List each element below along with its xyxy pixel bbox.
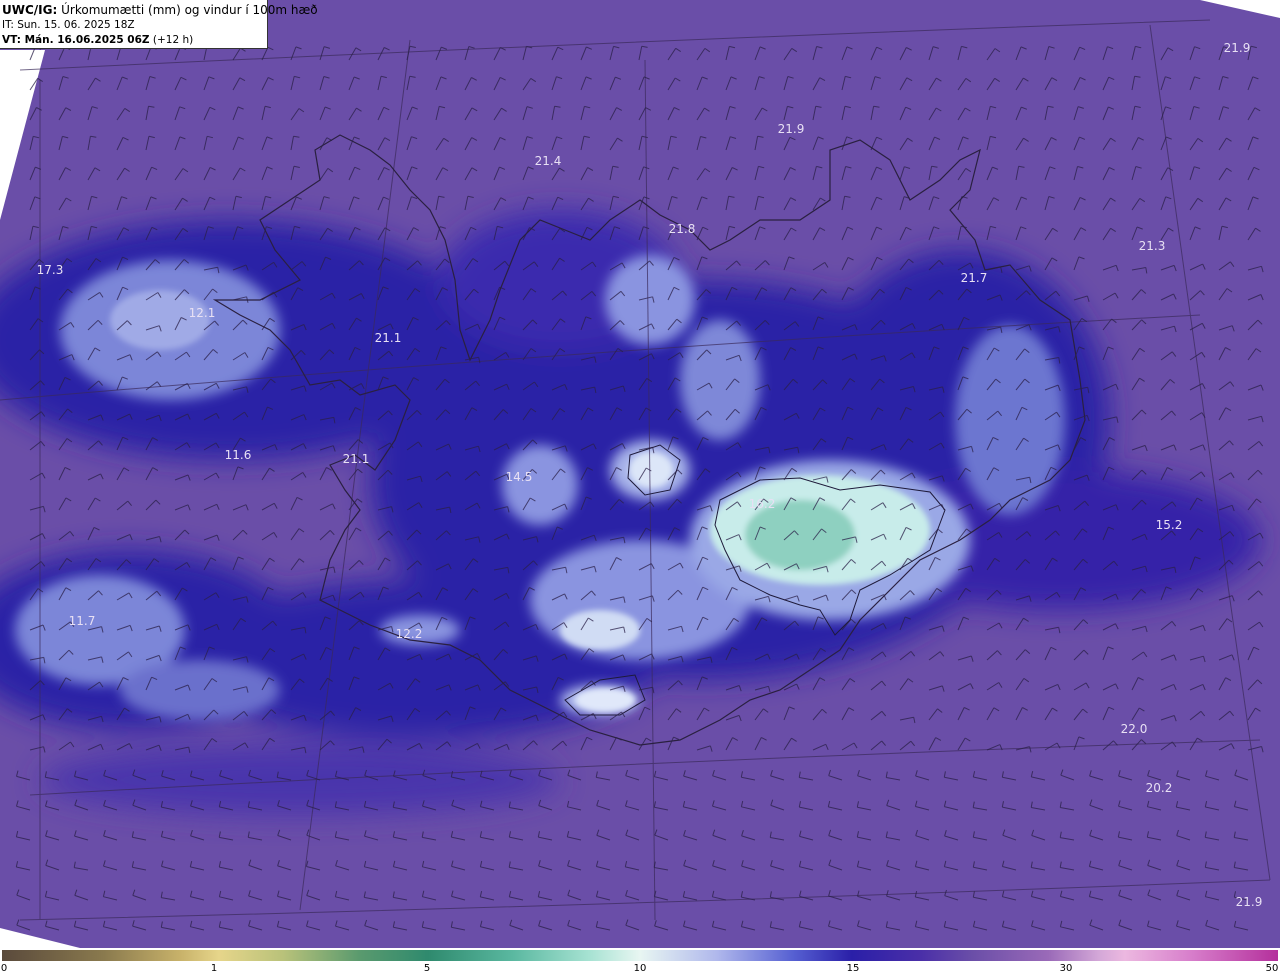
variable-description: Úrkomumætti (mm) og vindur í 100m hæð — [57, 3, 318, 17]
colorbar-tick: 15 — [846, 963, 860, 974]
value-label: 15.2 — [1155, 518, 1183, 532]
value-label: 11.7 — [68, 614, 96, 628]
value-label: 17.3 — [36, 263, 64, 277]
value-label: 14.5 — [505, 470, 533, 484]
initial-time: IT: Sun. 15. 06. 2025 18Z — [2, 19, 135, 31]
colorbar-gradient — [2, 950, 1278, 961]
colorbar-tick: 30 — [1059, 963, 1073, 974]
colorbar-tick: 50 — [1265, 963, 1279, 974]
value-label: 21.9 — [1235, 895, 1263, 909]
value-label: 20.2 — [1145, 781, 1173, 795]
value-label: 11.6 — [224, 448, 252, 462]
value-label: 12.1 — [188, 306, 216, 320]
colorbar-tick: 10 — [633, 963, 647, 974]
value-label: 21.8 — [668, 222, 696, 236]
colorbar-tick: 0 — [0, 963, 8, 974]
map-canvas — [0, 0, 1280, 948]
value-label: 21.9 — [777, 122, 805, 136]
value-label: 21.1 — [342, 452, 370, 466]
value-label: 21.9 — [1223, 41, 1251, 55]
valid-time: VT: Mán. 16.06.2025 06Z — [2, 34, 150, 46]
colorbar-legend: 0 1 5 10 15 30 50 — [0, 948, 1280, 978]
value-label: 12.2 — [395, 627, 423, 641]
value-label: 21.3 — [1138, 239, 1166, 253]
value-label: 22.0 — [1120, 722, 1148, 736]
value-label: 21.7 — [960, 271, 988, 285]
value-label: 16.2 — [748, 497, 776, 511]
colorbar-tick: 5 — [423, 963, 431, 974]
value-label: 21.4 — [534, 154, 562, 168]
valid-time-line: VT: Mán. 16.06.2025 06Z (+12 h) — [2, 33, 267, 48]
value-label: 21.1 — [374, 331, 402, 345]
forecast-offset: (+12 h) — [149, 34, 194, 46]
chart-info-box: UWC/IG: Úrkomumætti (mm) og vindur í 100… — [0, 0, 318, 49]
weather-map[interactable]: UWC/IG: Úrkomumætti (mm) og vindur í 100… — [0, 0, 1280, 948]
title-line: UWC/IG: Úrkomumætti (mm) og vindur í 100… — [2, 3, 318, 18]
colorbar-tick: 1 — [210, 963, 218, 974]
model-code: UWC/IG: — [2, 3, 58, 17]
